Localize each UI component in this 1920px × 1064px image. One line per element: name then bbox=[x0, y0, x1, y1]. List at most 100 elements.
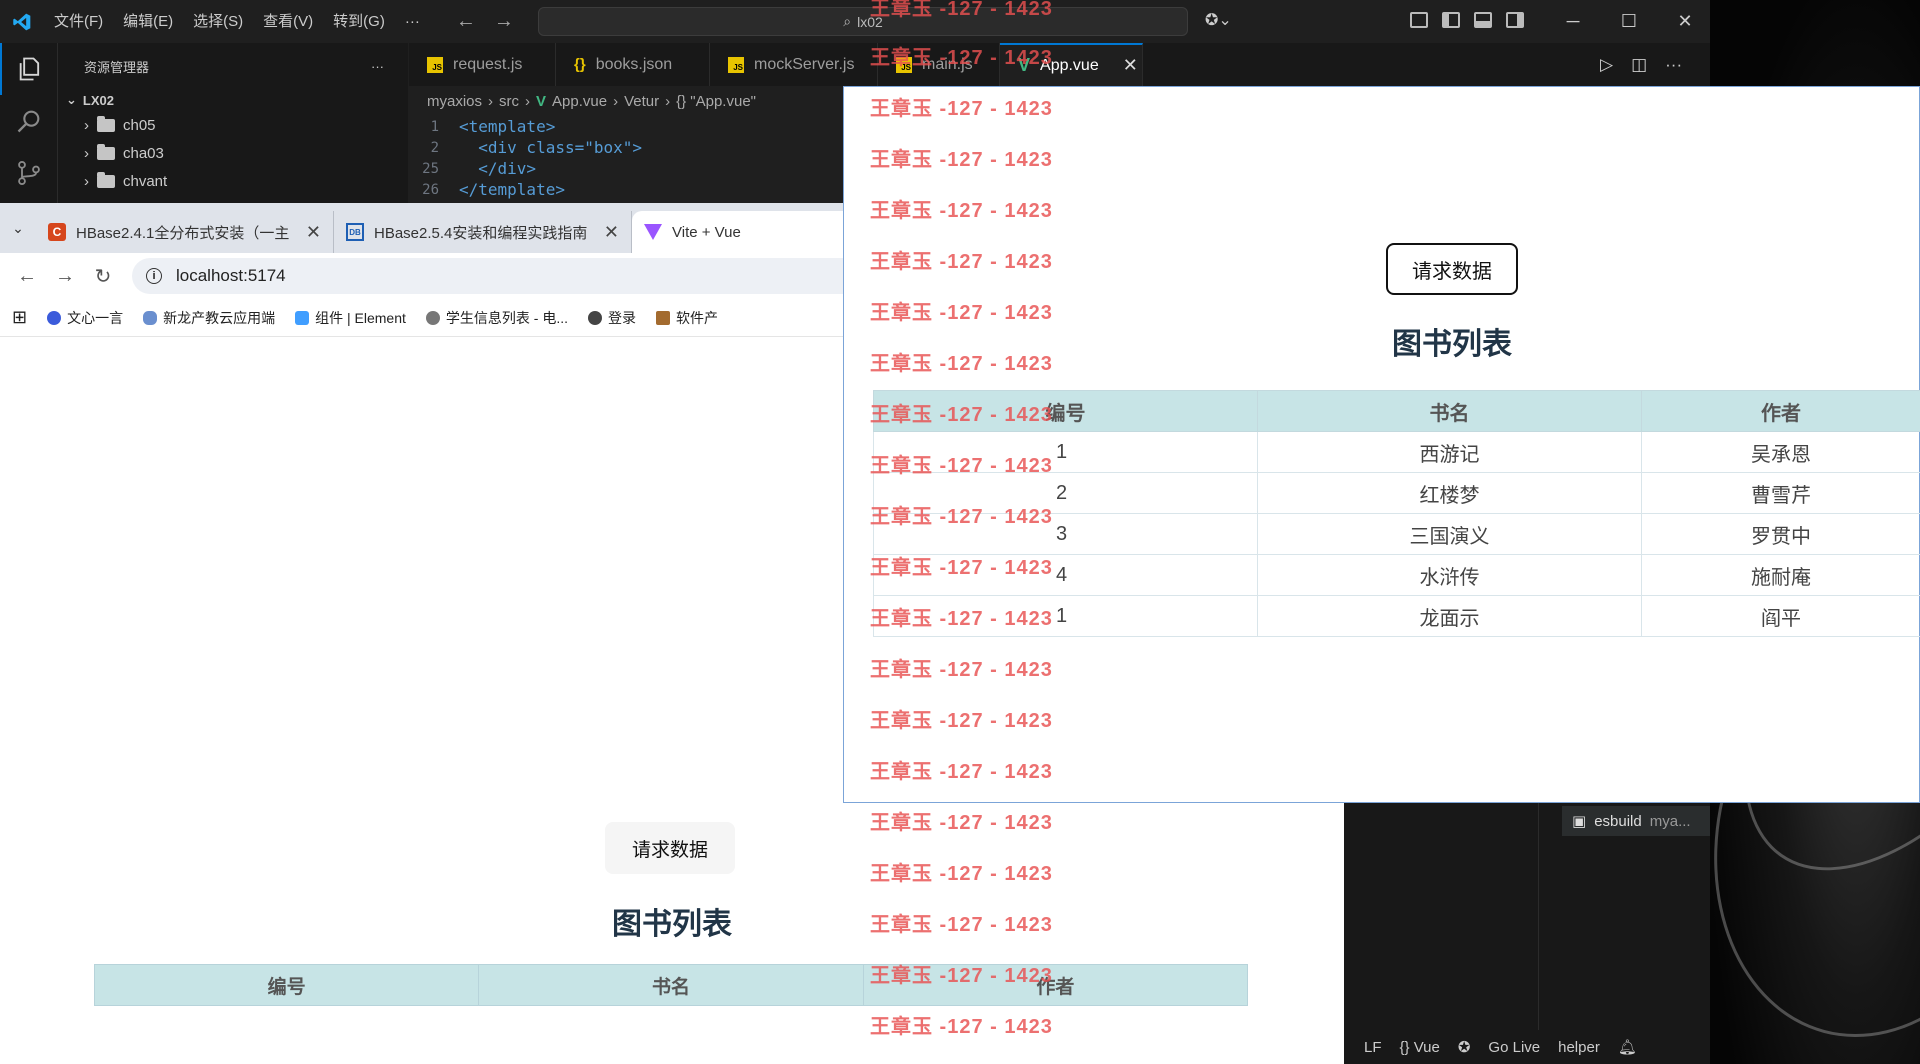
bookmark-item[interactable]: 软件产 bbox=[656, 308, 718, 328]
folder-label: chvant bbox=[123, 172, 168, 190]
table-row: 4 水浒传 施耐庵 bbox=[873, 554, 1920, 596]
json-file-icon: {} bbox=[574, 56, 586, 73]
breadcrumb-item[interactable]: App.vue bbox=[552, 93, 607, 110]
status-helper[interactable]: helper bbox=[1558, 1039, 1600, 1056]
line-number: 1 bbox=[430, 118, 439, 135]
bell-icon[interactable]: 🔔︎ bbox=[1618, 1038, 1637, 1056]
toggle-sidebar-icon[interactable] bbox=[1442, 12, 1460, 28]
customize-layout-icon[interactable] bbox=[1410, 12, 1428, 28]
tab-close-icon[interactable]: ✕ bbox=[604, 222, 619, 243]
menu-more[interactable]: ··· bbox=[395, 0, 430, 43]
breadcrumb-item[interactable]: Vetur bbox=[624, 93, 659, 110]
copilot-icon[interactable]: ✪⌄ bbox=[1205, 10, 1232, 30]
cloud-icon bbox=[143, 310, 158, 325]
browser-tab-hbase254[interactable]: DB HBase2.5.4安装和编程实践指南 ✕ bbox=[334, 211, 632, 253]
bookmark-label: 学生信息列表 - 电... bbox=[445, 309, 568, 326]
student-info-icon bbox=[425, 310, 440, 325]
tab-search-chevron-icon[interactable]: ⌄ bbox=[0, 203, 36, 253]
forward-arrow-icon[interactable]: → bbox=[494, 10, 514, 33]
command-center-search[interactable]: ⌕ lx02 bbox=[538, 7, 1188, 36]
browser-tab-hbase241[interactable]: C HBase2.4.1全分布式安装（一主 ✕ bbox=[36, 211, 334, 253]
page-title: 图书列表 bbox=[1392, 328, 1512, 361]
cell-author: 吴承恩 bbox=[1641, 431, 1920, 473]
project-root[interactable]: ⌄ LX02 bbox=[58, 89, 408, 111]
menu-file[interactable]: 文件(F) bbox=[44, 0, 113, 43]
status-language[interactable]: {} Vue bbox=[1400, 1039, 1440, 1056]
globe-icon bbox=[588, 310, 602, 325]
reload-icon[interactable]: ↻ bbox=[84, 264, 122, 289]
folder-item[interactable]: › chvant bbox=[58, 167, 408, 195]
tab-app-vue[interactable]: V App.vue ✕ bbox=[1000, 43, 1143, 86]
chevron-down-icon: ⌄ bbox=[66, 92, 77, 107]
cell-title: 西游记 bbox=[1257, 431, 1642, 473]
menu-view[interactable]: 查看(V) bbox=[253, 0, 323, 43]
menu-bar: 文件(F) 编辑(E) 选择(S) 查看(V) 转到(G) ··· bbox=[44, 0, 430, 43]
cell-id: 1 bbox=[873, 431, 1258, 473]
run-icon[interactable]: ▷ bbox=[1600, 55, 1613, 75]
terminal-name: esbuild bbox=[1594, 812, 1642, 830]
source-control-icon[interactable] bbox=[0, 147, 58, 199]
copilot-status-icon[interactable]: ✪ bbox=[1458, 1038, 1471, 1056]
tab-request-js[interactable]: JS request.js bbox=[409, 43, 556, 86]
toggle-panel-icon[interactable] bbox=[1474, 12, 1492, 28]
folder-icon bbox=[97, 143, 115, 160]
column-header: 作者 bbox=[1641, 390, 1920, 432]
toggle-secondary-sidebar-icon[interactable] bbox=[1506, 12, 1524, 28]
more-actions-icon[interactable]: ··· bbox=[1665, 55, 1682, 75]
menu-selection[interactable]: 选择(S) bbox=[183, 0, 253, 43]
editor-actions: ▷ ◫ ··· bbox=[1600, 55, 1682, 75]
bookmark-item[interactable]: 登录 bbox=[588, 308, 636, 328]
table-row: 1 西游记 吴承恩 bbox=[873, 431, 1920, 473]
minimize-icon[interactable]: ─ bbox=[1545, 0, 1601, 43]
apps-grid-icon[interactable]: ⊞ bbox=[12, 307, 27, 328]
menu-edit[interactable]: 编辑(E) bbox=[113, 0, 183, 43]
cell-id: 2 bbox=[873, 472, 1258, 514]
bookmark-item[interactable]: 新龙产教云应用端 bbox=[143, 308, 275, 328]
folder-item[interactable]: › cha03 bbox=[58, 139, 408, 167]
bookmark-item[interactable]: 文心一言 bbox=[47, 308, 123, 328]
menu-go[interactable]: 转到(G) bbox=[323, 0, 395, 43]
tab-close-icon[interactable]: ✕ bbox=[306, 222, 321, 243]
request-data-button[interactable]: 请求数据 bbox=[1386, 243, 1518, 295]
back-arrow-icon[interactable]: ← bbox=[456, 10, 476, 33]
tab-main-js[interactable]: JS main.js bbox=[878, 43, 1000, 86]
tab-close-icon[interactable]: ✕ bbox=[1123, 55, 1138, 76]
vite-favicon-icon bbox=[644, 224, 662, 240]
breadcrumb-item[interactable]: {} "App.vue" bbox=[676, 93, 756, 110]
cell-id: 4 bbox=[873, 554, 1258, 596]
request-data-button[interactable]: 请求数据 bbox=[605, 822, 735, 874]
table-row: 1 龙面示 阎平 bbox=[873, 595, 1920, 637]
tab-mockserver-js[interactable]: JS mockServer.js bbox=[710, 43, 878, 86]
forward-arrow-icon[interactable]: → bbox=[46, 265, 84, 288]
explorer-icon[interactable] bbox=[0, 43, 58, 95]
code-editor[interactable]: 1 <template> 2 <div class="box"> 25 </di… bbox=[409, 116, 839, 203]
activity-bar bbox=[0, 43, 58, 203]
url-text: localhost:5174 bbox=[176, 266, 286, 285]
line-number: 26 bbox=[422, 181, 439, 198]
folder-item[interactable]: › ch05 bbox=[58, 111, 408, 139]
panel-divider bbox=[1538, 800, 1539, 1030]
explorer-more-icon[interactable]: ··· bbox=[371, 59, 384, 74]
terminal-icon: ▣ bbox=[1572, 813, 1587, 830]
info-icon[interactable]: i bbox=[146, 268, 162, 284]
tab-label: request.js bbox=[453, 55, 523, 73]
browser-tab-title: HBase2.5.4安装和编程实践指南 bbox=[374, 224, 588, 242]
search-view-icon[interactable] bbox=[0, 95, 58, 147]
terminal-list-item[interactable]: ▣ esbuild mya... bbox=[1562, 806, 1710, 836]
breadcrumb-item[interactable]: src bbox=[499, 93, 519, 110]
bookmark-item[interactable]: 学生信息列表 - 电... bbox=[425, 308, 568, 328]
status-golive[interactable]: Go Live bbox=[1488, 1039, 1540, 1056]
books-table: 编号 书名 作者 1 西游记 吴承恩 2 红楼梦 曹雪芹 3 三国演义 罗贯中 bbox=[873, 390, 1920, 637]
code-text: <template> bbox=[459, 117, 556, 136]
line-number: 25 bbox=[422, 160, 439, 177]
breadcrumb-item[interactable]: myaxios bbox=[427, 93, 482, 110]
close-icon[interactable]: ✕ bbox=[1657, 0, 1713, 43]
bookmark-item[interactable]: 组件 | Element bbox=[295, 308, 406, 328]
status-eol[interactable]: LF bbox=[1364, 1039, 1382, 1056]
code-line: 2 <div class="box"> bbox=[409, 137, 839, 158]
maximize-icon[interactable]: ☐ bbox=[1601, 0, 1657, 43]
tab-books-json[interactable]: {} books.json bbox=[556, 43, 710, 86]
split-editor-icon[interactable]: ◫ bbox=[1631, 55, 1647, 75]
column-header: 作者 bbox=[1036, 976, 1075, 998]
back-arrow-icon[interactable]: ← bbox=[8, 265, 46, 288]
